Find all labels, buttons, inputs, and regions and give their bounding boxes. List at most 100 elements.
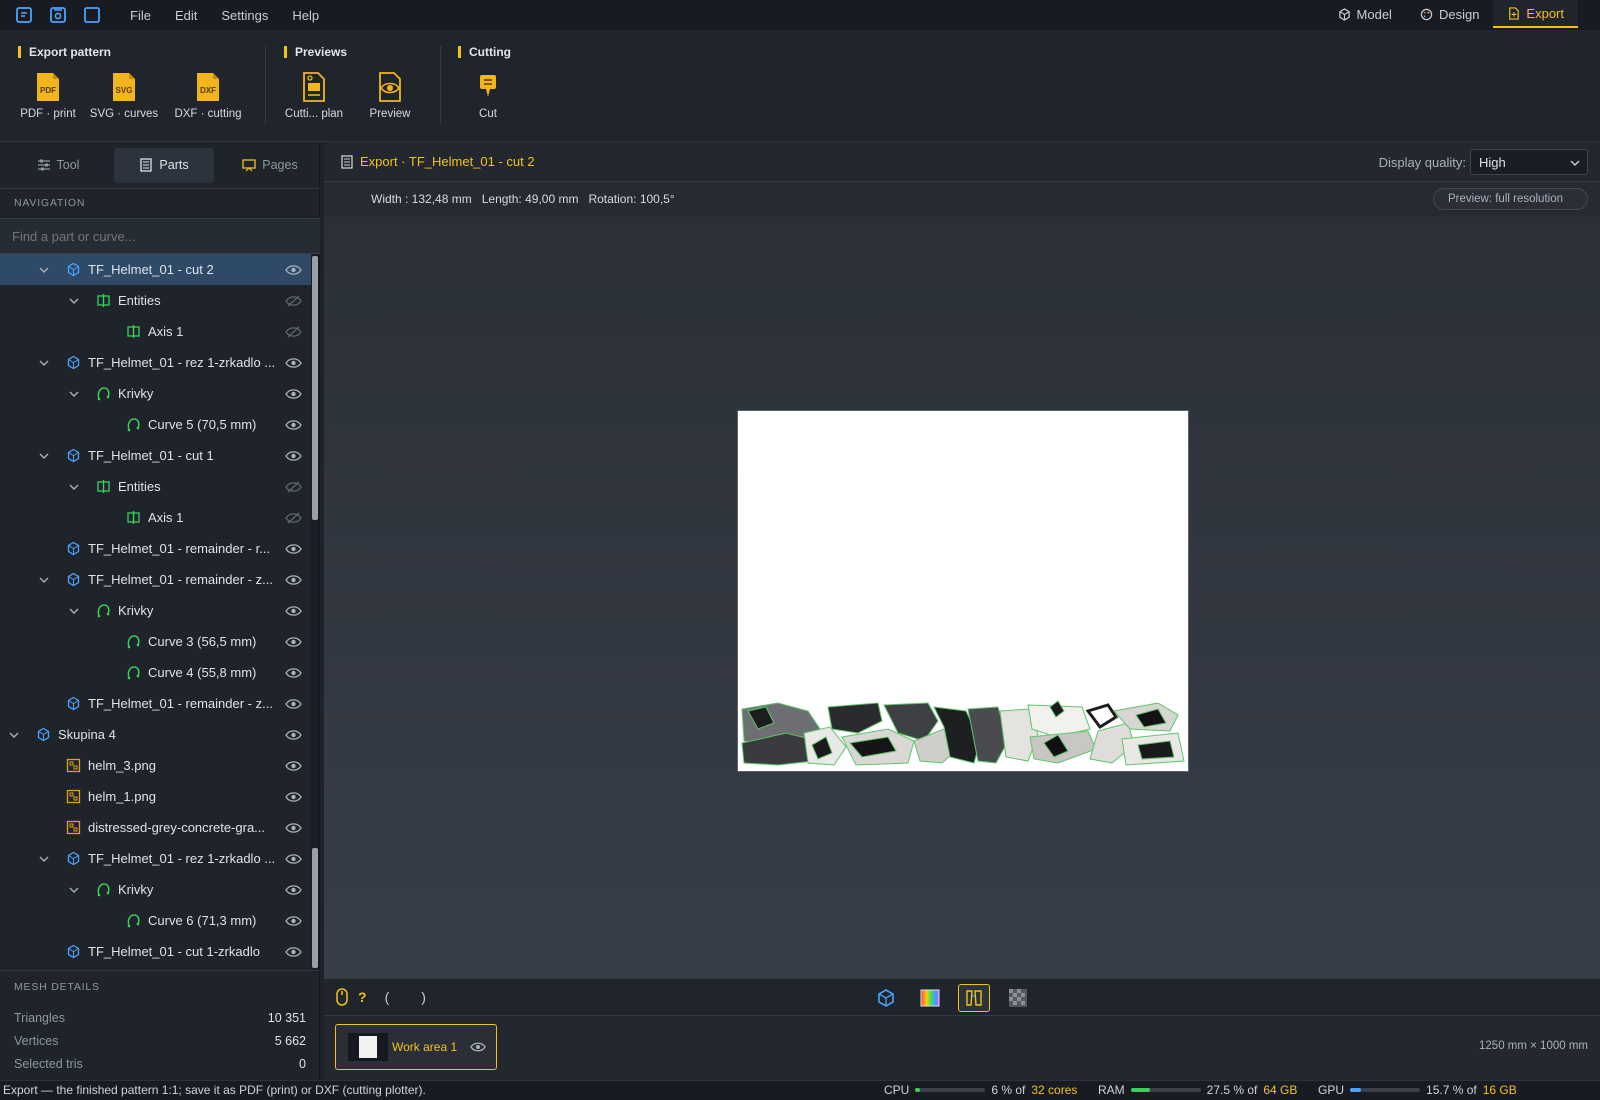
tree-row[interactable]: TF_Helmet_01 - cut 2 [0,254,312,285]
eye-icon[interactable] [470,1041,486,1053]
eye-icon[interactable] [284,728,302,742]
chevron-down-icon[interactable] [38,853,50,865]
eye-off-icon[interactable] [284,511,302,525]
scrollbar-thumb[interactable] [312,848,318,968]
preview-button[interactable]: Preview [350,72,430,120]
eye-icon[interactable] [284,945,302,959]
eye-icon[interactable] [284,821,302,835]
mesh-value: 10 351 [267,1011,306,1025]
bracket-close[interactable]: ) [421,989,426,1005]
tree-row[interactable]: TF_Helmet_01 - remainder - r... [0,533,312,564]
eye-icon[interactable] [284,852,302,866]
tree-row[interactable]: TF_Helmet_01 - remainder - z... [0,564,312,595]
tree-row[interactable]: TF_Helmet_01 - rez 1-zrkadlo ... [0,347,312,378]
view-color-button[interactable] [914,984,946,1012]
chevron-down-icon[interactable] [68,481,80,493]
eye-icon[interactable] [284,449,302,463]
tab-tool[interactable]: Tool [8,148,108,183]
gpu-usage-bar [1350,1088,1421,1092]
tree-row[interactable]: Curve 4 (55,8 mm) [0,657,312,688]
preview-full-resolution-button[interactable]: Preview: full resolution [1432,188,1588,210]
mouse-icon[interactable] [336,988,348,1006]
menu-settings[interactable]: Settings [209,8,280,23]
search-input[interactable] [0,218,320,254]
export-sheet[interactable] [737,410,1189,772]
tree-row[interactable]: TF_Helmet_01 - cut 1-zrkadlo [0,936,312,967]
tree-row[interactable]: Entities [0,471,312,502]
tree-row[interactable]: Curve 6 (71,3 mm) [0,905,312,936]
eye-icon[interactable] [284,697,302,711]
chevron-down-icon[interactable] [38,574,50,586]
tree-row[interactable]: helm_3.png [0,750,312,781]
eye-off-icon[interactable] [284,480,302,494]
eye-icon[interactable] [284,666,302,680]
eye-icon[interactable] [284,604,302,618]
view-pattern-button[interactable] [958,984,990,1012]
mesh-details-heading: MESH DETAILS [14,981,100,993]
chevron-down-icon[interactable] [68,388,80,400]
cutting-plan-button[interactable]: Cutti... plan [274,72,354,120]
tree-row[interactable]: helm_1.png [0,781,312,812]
eye-icon[interactable] [284,914,302,928]
mode-tab-export[interactable]: Export [1493,0,1578,28]
eye-off-icon[interactable] [284,294,302,308]
tree-row[interactable]: TF_Helmet_01 - cut 1 [0,440,312,471]
chevron-down-icon[interactable] [68,295,80,307]
eye-icon[interactable] [284,635,302,649]
tree-row[interactable]: Curve 5 (70,5 mm) [0,409,312,440]
eye-icon[interactable] [284,356,302,370]
export-svg-button[interactable]: SVG SVG · curves [84,72,164,120]
menu-help[interactable]: Help [280,8,331,23]
tree-row[interactable]: Krivky [0,595,312,626]
tree-row[interactable]: Krivky [0,378,312,409]
window-icon[interactable] [82,5,102,25]
view-3d-button[interactable] [870,984,902,1012]
eye-icon[interactable] [284,418,302,432]
tree-row[interactable]: Curve 3 (56,5 mm) [0,626,312,657]
tree-scrollbar[interactable] [311,254,319,970]
chevron-down-icon[interactable] [68,884,80,896]
eye-icon[interactable] [284,759,302,773]
view-texture-button[interactable] [1002,984,1034,1012]
scrollbar-thumb[interactable] [312,256,318,520]
tree-row[interactable]: Axis 1 [0,502,312,533]
tab-pages[interactable]: Pages [220,148,320,183]
menu-file[interactable]: File [118,8,163,23]
eye-icon[interactable] [284,542,302,556]
svg-badge: SVG [116,86,133,95]
eye-icon[interactable] [284,790,302,804]
tree-row-label: TF_Helmet_01 - rez 1-zrkadlo ... [88,355,276,370]
eye-icon[interactable] [284,387,302,401]
tree-row[interactable]: TF_Helmet_01 - remainder - z... [0,688,312,719]
pdf-badge: PDF [40,86,56,95]
chevron-down-icon[interactable] [38,450,50,462]
chevron-down-icon[interactable] [8,729,20,741]
cut-button[interactable]: Cut [448,72,528,120]
chevron-down-icon[interactable] [38,264,50,276]
menu-edit[interactable]: Edit [163,8,209,23]
eye-icon[interactable] [284,263,302,277]
eye-off-icon[interactable] [284,325,302,339]
tree-row[interactable]: Axis 1 [0,316,312,347]
display-quality-select[interactable]: High [1470,149,1588,175]
tree-row[interactable]: Skupina 4 [0,719,312,750]
eye-icon[interactable] [284,573,302,587]
tree-row[interactable]: TF_Helmet_01 - rez 1-zrkadlo ... [0,843,312,874]
work-area-card[interactable]: Work area 1 [335,1024,497,1070]
export-canvas[interactable] [324,216,1600,978]
help-question[interactable]: ? [358,989,367,1005]
eye-icon[interactable] [284,883,302,897]
mode-tab-design[interactable]: Design [1406,0,1493,28]
chevron-down-icon[interactable] [68,605,80,617]
bracket-open[interactable]: ( [385,989,390,1005]
mode-tab-model[interactable]: Model [1324,0,1406,28]
chevron-down-icon[interactable] [38,357,50,369]
tree-row[interactable]: distressed-grey-concrete-gra... [0,812,312,843]
tree-row[interactable]: Krivky [0,874,312,905]
tree-row[interactable]: Entities [0,285,312,316]
new-project-icon[interactable] [14,5,34,25]
tab-parts[interactable]: Parts [114,147,214,183]
export-pdf-button[interactable]: PDF PDF · print [8,72,88,120]
save-icon[interactable] [48,5,68,25]
export-dxf-button[interactable]: DXF DXF · cutting [168,72,248,120]
